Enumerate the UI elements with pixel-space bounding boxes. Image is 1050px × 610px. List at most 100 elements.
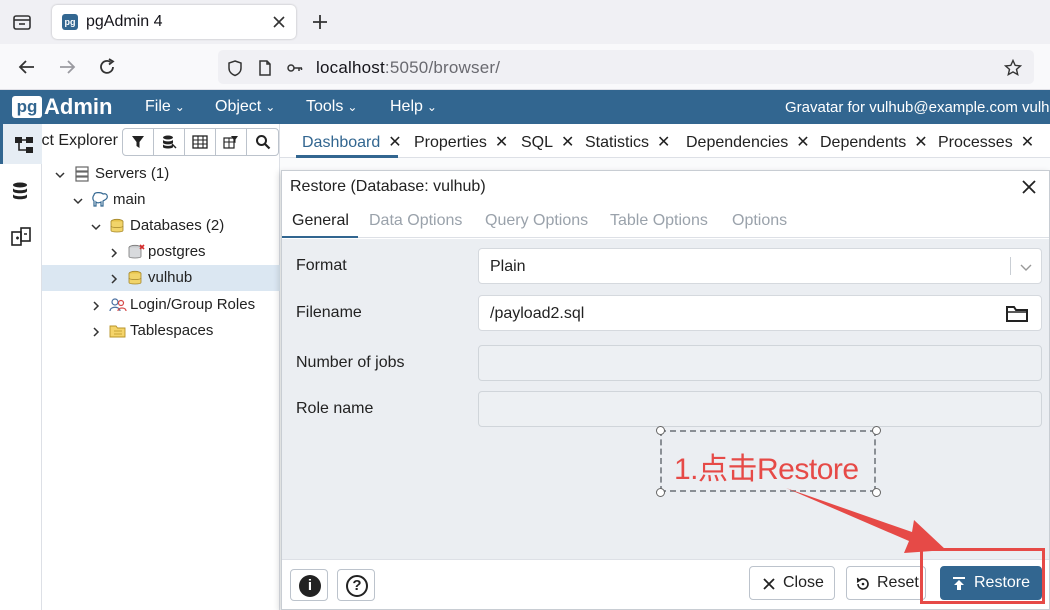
view-data-icon[interactable] [185, 129, 216, 155]
close-icon[interactable]: ✕ [1021, 132, 1034, 152]
tree-node-servers[interactable]: Servers (1) [42, 161, 280, 187]
help-icon: ? [346, 575, 368, 597]
close-icon[interactable]: ✕ [495, 132, 508, 152]
folder-icon[interactable] [1005, 304, 1029, 324]
active-dialog-tab-indicator [282, 236, 358, 238]
annotation-handle [656, 488, 665, 497]
number-of-jobs-field[interactable] [478, 345, 1042, 381]
reset-icon [855, 576, 871, 592]
close-icon[interactable]: ✕ [914, 132, 927, 152]
databases-icon [109, 218, 125, 234]
tree-node-tablespaces[interactable]: Tablespaces [42, 318, 280, 344]
close-icon[interactable] [1021, 179, 1037, 195]
chevron-down-icon: ⌄ [265, 100, 276, 114]
dialog-body: Format Plain Filename /payload2.sql Numb… [282, 239, 1049, 559]
number-of-jobs-label: Number of jobs [296, 354, 405, 371]
filter-icon[interactable] [123, 129, 154, 155]
browser-tab-strip: pg pgAdmin 4 [0, 0, 1050, 44]
role-name-field[interactable] [478, 391, 1042, 427]
tablespaces-folder-icon [109, 323, 126, 339]
format-label: Format [296, 257, 347, 274]
close-tab-icon[interactable] [272, 15, 286, 29]
query-tool-icon[interactable] [154, 129, 185, 155]
chevron-down-icon[interactable] [72, 194, 84, 206]
tab-query-options[interactable]: Query Options [485, 212, 588, 230]
filename-field[interactable]: /payload2.sql [478, 295, 1042, 331]
close-icon [761, 576, 777, 592]
pgadmin-favicon: pg [62, 14, 78, 30]
tab-statistics[interactable]: Statistics ✕ [585, 132, 670, 152]
annotation-highlight-box [920, 548, 1045, 604]
reload-icon[interactable] [96, 56, 118, 78]
tree-node-db-vulhub[interactable]: vulhub [42, 265, 280, 291]
annotation-handle [872, 426, 881, 435]
chevron-right-icon[interactable] [108, 246, 120, 258]
filtered-rows-icon[interactable] [216, 129, 247, 155]
dialog-title: Restore (Database: vulhub) [290, 178, 486, 195]
page-info-icon[interactable] [256, 59, 274, 77]
chevron-right-icon[interactable] [90, 325, 102, 337]
pgadmin-header: pg Admin File ⌄ Object ⌄ Tools ⌄ Help ⌄ Grav… [0, 90, 1050, 124]
browser-tab-title: pgAdmin 4 [86, 13, 163, 30]
bookmark-star-icon[interactable] [1003, 58, 1023, 77]
database-stack-icon[interactable] [0, 170, 42, 210]
tab-properties[interactable]: Properties ✕ [414, 132, 508, 152]
address-bar[interactable]: localhost:5050/browser/ [218, 50, 1034, 84]
role-name-label: Role name [296, 400, 374, 417]
group-roles-icon [109, 297, 127, 313]
chevron-right-icon[interactable] [108, 272, 120, 284]
back-arrow-icon[interactable] [16, 56, 38, 78]
shield-icon[interactable] [226, 59, 244, 77]
tab-dependents[interactable]: Dependents ✕ [820, 132, 928, 152]
tree-node-db-postgres[interactable]: postgres [42, 239, 280, 265]
schema-diff-icon[interactable] [0, 216, 42, 256]
forward-arrow-icon[interactable] [56, 56, 78, 78]
close-button[interactable]: Close [749, 566, 835, 600]
new-tab-icon[interactable] [310, 12, 330, 32]
restore-dialog: Restore (Database: vulhub) General Data … [281, 170, 1050, 610]
object-explorer-title: Object Explorer [42, 132, 118, 149]
user-gravatar[interactable]: Gravatar for vulhub@example.com vulh [785, 99, 1050, 116]
annotation-label: 1.点击Restore [674, 453, 859, 486]
tab-options[interactable]: Options [732, 212, 787, 230]
help-button[interactable]: ? [337, 569, 375, 601]
tab-data-options[interactable]: Data Options [369, 212, 462, 230]
tree-node-server-main[interactable]: main [42, 187, 280, 213]
chevron-down-icon: ⌄ [347, 100, 358, 114]
tab-general[interactable]: General [292, 212, 349, 230]
menu-help[interactable]: Help ⌄ [390, 98, 437, 116]
key-permissions-icon[interactable] [286, 59, 304, 77]
close-icon[interactable]: ✕ [561, 132, 574, 152]
menu-object[interactable]: Object ⌄ [215, 98, 275, 116]
explorer-toolbar [122, 128, 279, 156]
menu-tools[interactable]: Tools ⌄ [306, 98, 357, 116]
annotation-handle [872, 488, 881, 497]
chevron-down-icon: ⌄ [174, 100, 185, 114]
dialog-tabs: General Data Options Query Options Table… [282, 204, 1049, 238]
object-explorer-icon[interactable] [0, 124, 42, 164]
postgres-elephant-icon [91, 192, 108, 208]
object-explorer-panel: Object Explorer Servers (1) main Databas… [42, 124, 280, 610]
search-icon[interactable] [247, 129, 278, 155]
tree-node-databases[interactable]: Databases (2) [42, 213, 280, 239]
browser-tab[interactable]: pg pgAdmin 4 [52, 5, 296, 39]
info-button[interactable]: i [290, 569, 328, 601]
tab-processes[interactable]: Processes ✕ [938, 132, 1034, 152]
tab-list-icon[interactable] [10, 10, 34, 34]
tab-dependencies[interactable]: Dependencies ✕ [686, 132, 810, 152]
close-icon[interactable]: ✕ [657, 132, 670, 152]
url-text: localhost:5050/browser/ [316, 58, 501, 77]
chevron-down-icon[interactable] [54, 168, 66, 180]
reset-button[interactable]: Reset [846, 566, 926, 600]
format-select[interactable]: Plain [478, 248, 1042, 284]
menu-file[interactable]: File ⌄ [145, 98, 185, 116]
tab-table-options[interactable]: Table Options [610, 212, 708, 230]
close-icon[interactable]: ✕ [796, 132, 809, 152]
chevron-down-icon[interactable] [90, 220, 102, 232]
close-icon[interactable]: ✕ [388, 132, 401, 152]
chevron-right-icon[interactable] [90, 299, 102, 311]
chevron-down-icon[interactable] [1019, 260, 1033, 274]
tab-dashboard[interactable]: Dashboard ✕ [302, 132, 402, 152]
tree-node-login-roles[interactable]: Login/Group Roles [42, 292, 280, 318]
tab-sql[interactable]: SQL ✕ [521, 132, 574, 152]
